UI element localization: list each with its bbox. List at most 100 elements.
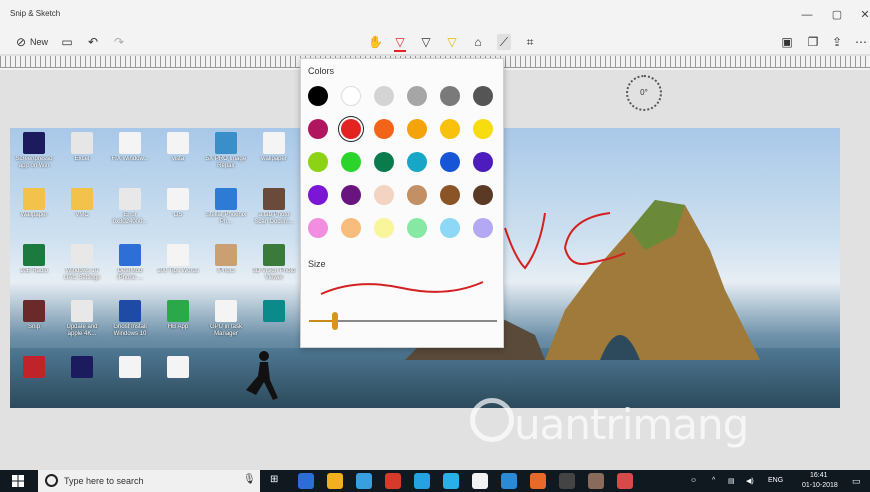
color-swatch[interactable] [374,218,394,238]
color-swatch[interactable] [341,185,361,205]
color-swatch[interactable] [440,218,460,238]
protractor[interactable]: 0° [626,75,662,111]
language-indicator[interactable]: ENG [768,477,783,484]
desktop-icon[interactable]: Screenpresso app on Win [12,132,56,170]
taskbar-app-icon[interactable] [530,473,546,489]
color-swatch[interactable] [341,86,361,106]
ballpoint-pen-button[interactable]: ▽ [393,34,407,52]
pencil-button[interactable]: ▽ [419,34,433,50]
windows-start-icon[interactable] [12,475,24,487]
microphone-icon[interactable]: 🎙 [243,474,256,485]
minimize-button[interactable]: — [800,8,814,22]
desktop-icon[interactable]: IPhoto [204,244,248,282]
desktop-icon[interactable]: Error 0x8024000... [108,188,152,226]
desktop-icon[interactable] [252,300,296,338]
undo-button[interactable]: ↶ [86,34,100,50]
desktop-icon[interactable]: DearMob iPhone ... [108,244,152,282]
color-swatch[interactable] [440,119,460,139]
desktop-icon[interactable]: VMC [60,188,104,226]
desktop-icon[interactable]: FIX Window... [108,132,152,170]
color-swatch[interactable] [440,86,460,106]
color-swatch[interactable] [374,86,394,106]
task-view-icon[interactable]: ⊞ [270,474,278,485]
color-swatch[interactable] [308,119,328,139]
desktop-icon[interactable]: Stellar Phoenix Ph... [204,188,248,226]
ruler-button[interactable]: ⟋ [497,34,511,50]
open-button[interactable]: ▭ [60,34,74,50]
color-swatch[interactable] [308,86,328,106]
color-swatch[interactable] [407,218,427,238]
touch-writing-button[interactable]: ✋ [368,34,383,50]
color-swatch[interactable] [374,185,394,205]
taskbar-app-icon[interactable] [327,473,343,489]
desktop-icon[interactable]: GPU in task Manager [204,300,248,338]
taskbar-app-icon[interactable] [588,473,604,489]
desktop-icon[interactable]: Excel [60,132,104,170]
action-center-icon[interactable]: ▭ [852,476,861,487]
color-swatch[interactable] [440,185,460,205]
desktop-icon[interactable]: 10E Radio [12,244,56,282]
tray-chevron-icon[interactable]: ^ [712,477,715,484]
color-swatch[interactable] [341,152,361,172]
desktop-icon[interactable]: Wallpaper [12,188,56,226]
people-icon[interactable]: ☺ [690,477,697,484]
clock-time[interactable]: 16:41 [810,472,828,479]
share-button[interactable]: ⇪ [830,34,844,50]
color-swatch[interactable] [473,152,493,172]
taskbar-app-icon[interactable] [501,473,517,489]
desktop-icon[interactable]: a.tab Photo Scan Docum... [252,188,296,226]
desktop-icon[interactable] [12,356,56,394]
desktop-icon[interactable]: OS [156,188,200,226]
desktop-icon[interactable] [156,356,200,394]
taskbar-app-icon[interactable] [385,473,401,489]
desktop-icon[interactable]: 5X PRO Image Repair [204,132,248,170]
color-swatch[interactable] [308,218,328,238]
color-swatch[interactable] [308,152,328,172]
desktop-icon[interactable]: Snip [12,300,56,338]
color-swatch[interactable] [407,152,427,172]
maximize-button[interactable]: ▢ [830,8,844,22]
color-swatch[interactable] [473,185,493,205]
network-icon[interactable]: ▤ [728,477,735,485]
redo-button[interactable]: ↷ [112,34,126,50]
desktop-icon[interactable]: Update and apple 4K... [60,300,104,338]
desktop-icon[interactable]: vista [156,132,200,170]
desktop-icon[interactable] [108,356,152,394]
taskbar-app-icon[interactable] [414,473,430,489]
size-slider-thumb[interactable] [332,312,338,330]
color-swatch[interactable] [473,218,493,238]
volume-icon[interactable]: ◀) [746,477,754,485]
close-button[interactable]: ✕ [858,8,870,22]
clock-date[interactable]: 01-10-2018 [802,482,838,489]
color-swatch[interactable] [407,119,427,139]
desktop-icon[interactable] [60,356,104,394]
desktop-icon[interactable]: Ghost Install Windows 10 [108,300,152,338]
desktop-icon[interactable]: wallpaper [252,132,296,170]
copy-button[interactable]: ❐ [806,34,820,50]
taskbar-app-icon[interactable] [472,473,488,489]
taskbar-app-icon[interactable] [559,473,575,489]
color-swatch[interactable] [374,119,394,139]
taskbar-app-icon[interactable] [443,473,459,489]
desktop-icon[interactable]: Windows 10 UAC Settings [60,244,104,282]
more-button[interactable]: ⋯ [854,34,868,50]
taskbar-app-icon[interactable] [298,473,314,489]
color-swatch[interactable] [473,86,493,106]
desktop-icon[interactable]: 100 Tips Words [156,244,200,282]
color-swatch[interactable] [440,152,460,172]
color-swatch[interactable] [308,185,328,205]
color-swatch[interactable] [341,119,361,139]
desktop-icon[interactable]: HB App [156,300,200,338]
color-swatch[interactable] [341,218,361,238]
color-swatch[interactable] [407,185,427,205]
color-swatch[interactable] [407,86,427,106]
new-button[interactable]: ⊘ New [14,34,48,50]
taskbar-app-icon[interactable] [617,473,633,489]
save-button[interactable]: ▣ [780,34,794,50]
taskbar-search[interactable]: Type here to search 🎙 [38,470,260,492]
color-swatch[interactable] [374,152,394,172]
highlighter-button[interactable]: ▽ [445,34,459,50]
desktop-icon[interactable]: 3D Vision Photo Viewer [252,244,296,282]
color-swatch[interactable] [473,119,493,139]
crop-button[interactable]: ⌗ [523,34,537,50]
